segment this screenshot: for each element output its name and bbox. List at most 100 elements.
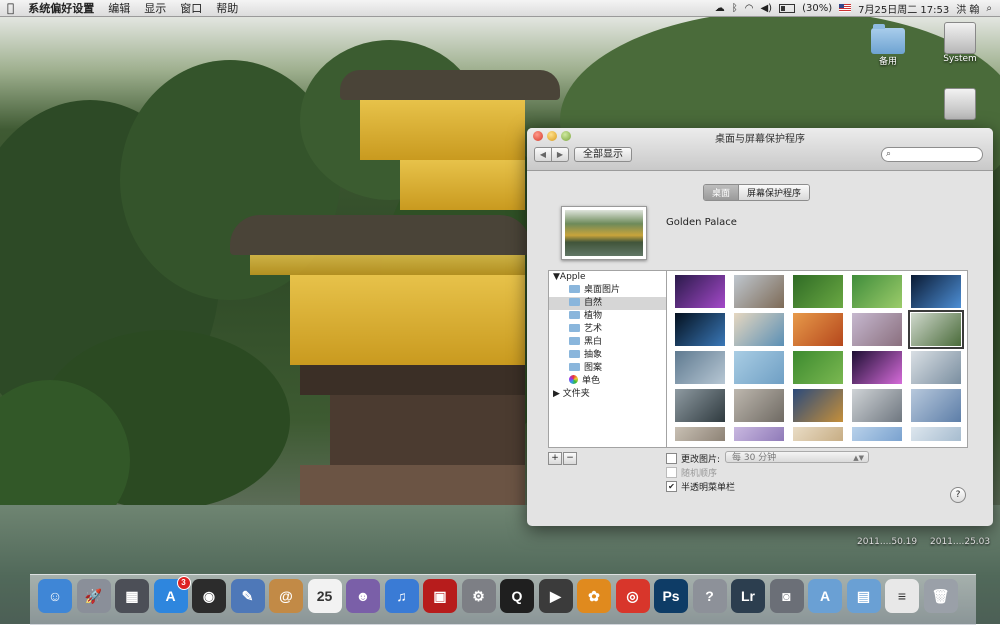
random-order-option[interactable]: 随机顺序 (666, 466, 717, 479)
dashboard-icon[interactable]: ◉ (192, 579, 226, 613)
help-icon[interactable]: ? (692, 579, 727, 613)
photo-app-icon[interactable]: ▣ (423, 579, 457, 613)
add-folder-button[interactable]: + (548, 452, 562, 465)
forward-icon[interactable]: ▶ (551, 148, 568, 161)
pebbles-thumbnail[interactable] (734, 389, 784, 422)
interval-popup[interactable]: 每 30 分钟 ▲▼ (725, 451, 869, 463)
bluetooth-icon[interactable]: ᛒ (732, 3, 738, 14)
mission-control-icon[interactable]: ▦ (115, 579, 149, 613)
search-field[interactable]: ⌕ (881, 147, 983, 162)
apple-menu-icon[interactable]:  (0, 1, 21, 15)
source-item[interactable]: 桌面图片 (549, 284, 666, 297)
source-item[interactable]: 植物 (549, 310, 666, 323)
document-icon[interactable]: ≡ (885, 579, 919, 613)
remove-folder-button[interactable]: − (563, 452, 577, 465)
green-drop-thumbnail[interactable] (852, 275, 902, 308)
ice-thumbnail[interactable] (734, 351, 784, 384)
tab-desktop[interactable]: 桌面 (704, 185, 739, 200)
show-all-button[interactable]: 全部显示 (574, 147, 632, 162)
system-preferences-icon[interactable]: ⚙ (461, 579, 496, 613)
source-item-selected[interactable]: 自然 (549, 297, 666, 310)
desktop-file-label[interactable]: 2011....50.19 (857, 537, 917, 547)
menubar-clock[interactable]: 7月25日周二 17:53 (858, 1, 949, 16)
golden-palace-thumbnail[interactable] (908, 310, 964, 349)
spaces-icon[interactable]: ☁ (715, 3, 725, 14)
volume-icon[interactable]: ◀) (760, 3, 772, 14)
blue-dunes-thumbnail[interactable] (911, 389, 961, 422)
menu-window[interactable]: 窗口 (173, 0, 209, 16)
earth-globe-thumbnail[interactable] (675, 313, 725, 346)
folder-icon (871, 24, 905, 54)
coast-thumbnail[interactable] (734, 313, 784, 346)
translucent-menubar-checkbox[interactable]: ✔ (666, 481, 677, 492)
picasa-icon[interactable]: ✿ (577, 579, 611, 613)
back-icon[interactable]: ◀ (535, 148, 551, 161)
ladybug-thumbnail[interactable] (793, 351, 843, 384)
random-order-checkbox[interactable] (666, 467, 677, 478)
change-picture-checkbox[interactable] (666, 453, 677, 464)
address-book-icon[interactable]: @ (269, 579, 303, 613)
desktop-file-label[interactable]: 2011....25.03 (930, 537, 990, 547)
orange-dunes-thumbnail[interactable] (793, 313, 843, 346)
desktop-folder-backup[interactable]: 备用 (866, 24, 910, 67)
pink-dunes-thumbnail[interactable] (852, 313, 902, 346)
applications-folder-icon[interactable]: A (808, 579, 842, 613)
tab-screensaver[interactable]: 屏幕保护程序 (738, 185, 810, 200)
stones-thumbnail[interactable] (675, 427, 725, 441)
leopard-thumbnail[interactable] (793, 389, 843, 422)
finder-icon[interactable]: ☺ (38, 579, 72, 613)
source-group-apple[interactable]: ▼Apple (549, 271, 666, 284)
mountains-thumbnail[interactable] (734, 275, 784, 308)
menu-app-name[interactable]: 系统偏好设置 (21, 0, 101, 16)
sky-thumbnail[interactable] (852, 427, 902, 441)
qq-icon[interactable]: Q (500, 579, 534, 613)
wifi-icon[interactable]: ◠ (745, 3, 754, 14)
source-item[interactable]: 单色 (549, 375, 666, 388)
photoshop-icon[interactable]: Ps (654, 579, 688, 613)
menubar-user[interactable]: 洪 翰 (956, 1, 979, 16)
help-button[interactable]: ? (950, 487, 966, 503)
pale-sky-thumbnail[interactable] (911, 427, 961, 441)
input-source-flag-icon[interactable] (839, 4, 852, 12)
earth-horizon-thumbnail[interactable] (911, 275, 961, 308)
galaxy-thumbnail[interactable] (675, 275, 725, 308)
lake-thumbnail[interactable] (911, 351, 961, 384)
folder-icon (569, 350, 580, 358)
itunes-icon[interactable]: ♫ (384, 579, 419, 613)
spotlight-icon[interactable]: ⌕ (986, 3, 992, 14)
chrome-icon[interactable]: ◎ (615, 579, 650, 613)
menu-edit[interactable]: 编辑 (101, 0, 137, 16)
app-store-icon[interactable]: A3 (153, 576, 191, 613)
battery-icon[interactable] (779, 3, 796, 13)
ladybug-leaf-thumbnail[interactable] (793, 275, 843, 308)
desktop-drive[interactable] (938, 88, 982, 120)
trash-icon[interactable]: 🗑 (923, 579, 958, 613)
desktop-drive-system[interactable]: System (938, 22, 982, 64)
source-item[interactable]: 抽象 (549, 349, 666, 362)
photo-booth-icon[interactable]: ☻ (346, 579, 380, 613)
preview-icon[interactable]: ✎ (230, 579, 265, 613)
dvd-player-icon[interactable]: ▶ (538, 579, 573, 613)
rocks-lake-thumbnail[interactable] (675, 389, 725, 422)
source-item[interactable]: 图案 (549, 362, 666, 375)
purple-thumbnail[interactable] (734, 427, 784, 441)
menu-help[interactable]: 帮助 (209, 0, 245, 16)
launchpad-icon[interactable]: 🚀 (76, 579, 111, 613)
source-item[interactable]: 黑白 (549, 336, 666, 349)
aurora-thumbnail[interactable] (852, 351, 902, 384)
documents-folder-icon[interactable]: ▤ (846, 579, 881, 613)
menu-view[interactable]: 显示 (137, 0, 173, 16)
snow-leopard-thumbnail[interactable] (852, 389, 902, 422)
ical-icon[interactable]: 25 (307, 579, 342, 613)
source-item[interactable]: 艺术 (549, 323, 666, 336)
change-picture-option[interactable]: 更改图片: (666, 452, 720, 465)
source-group-folders[interactable]: ▶ 文件夹 (549, 388, 666, 401)
translucent-menubar-option[interactable]: ✔ 半透明菜单栏 (666, 480, 735, 493)
desktop-icon-label: System (943, 54, 977, 64)
lightroom-icon[interactable]: Lr (731, 579, 765, 613)
notification-badge: 3 (176, 576, 191, 590)
sand-thumbnail[interactable] (793, 427, 843, 441)
facetime-icon[interactable]: ◙ (769, 579, 804, 613)
blue-horizon-thumbnail[interactable] (675, 351, 725, 384)
search-input[interactable] (898, 148, 976, 160)
